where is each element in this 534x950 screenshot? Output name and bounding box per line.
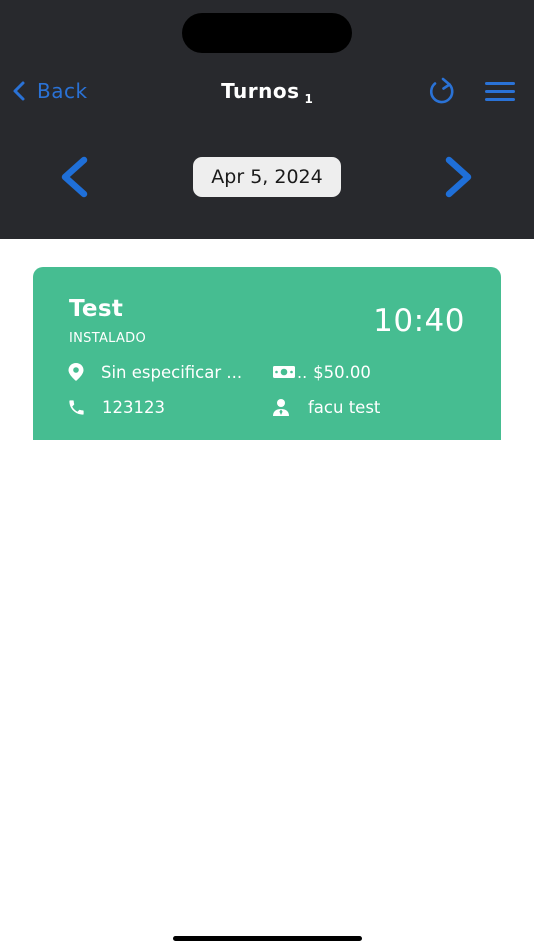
appointment-time: 10:40 [373,303,465,339]
appointment-location: Sin especificar ... [67,360,259,384]
map-pin-icon [68,363,84,381]
employee-text: facu test [308,397,381,417]
phone-text: 123123 [102,397,165,417]
refresh-icon[interactable] [426,76,458,108]
next-day-button[interactable] [441,154,477,200]
appointment-card[interactable]: Test INSTALADO 10:40 Sin especificar ...… [33,267,501,440]
hamburger-menu-icon[interactable] [484,79,516,105]
page-title: Turnos [221,79,300,103]
person-tie-icon [273,398,289,416]
cash-icon [273,366,295,378]
location-text: Sin especificar ... [101,362,243,382]
phone-icon [69,399,84,415]
previous-day-button[interactable] [56,154,92,200]
appointment-employee: facu test [272,395,380,419]
dynamic-island [182,13,352,53]
appointment-price: .. $50.00 [272,360,371,384]
date-selector[interactable]: Apr 5, 2024 [193,157,341,197]
top-bar: Back Turnos 1 Apr 5, 2024 [0,0,534,239]
appointment-client-name: Test [69,296,124,322]
price-text: $50.00 [313,362,371,382]
appointment-status: INSTALADO [69,331,147,346]
appointment-phone: 123123 [67,395,165,419]
home-indicator [173,936,362,941]
price-ellipsis: .. [297,362,308,382]
appointments-count: 1 [304,92,313,106]
